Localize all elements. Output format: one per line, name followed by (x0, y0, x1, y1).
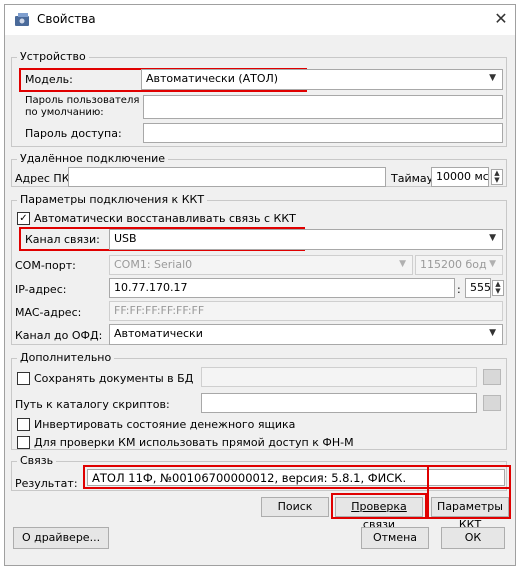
pc-address-label: Адрес ПК: (15, 172, 74, 185)
link-group-label: Связь (17, 454, 57, 467)
extra-group-label: Дополнительно (17, 351, 115, 364)
auto-restore-label: Автоматически восстанавливать связь с КК… (34, 212, 296, 225)
port-separator: : (457, 283, 461, 296)
com-port-value: COM1: Serial0 (114, 258, 193, 271)
device-group-label: Устройство (17, 50, 89, 63)
result-label: Результат: (15, 477, 78, 490)
pc-address-input[interactable] (68, 167, 386, 187)
chevron-down-icon: ▼ (489, 259, 496, 269)
remote-group-label: Удалённое подключение (17, 152, 169, 165)
ofd-channel-select[interactable]: Автоматически ▼ (109, 324, 503, 345)
port-spinner[interactable]: ▲ ▼ (492, 280, 504, 296)
access-pass-input[interactable] (143, 123, 503, 143)
invert-drawer-checkbox[interactable] (17, 418, 30, 431)
kkt-params-button[interactable]: Параметры ККТ (431, 497, 509, 531)
timeout-spinner[interactable]: ▲ ▼ (491, 169, 503, 185)
timeout-input[interactable]: 10000 мс. (431, 167, 489, 187)
save-docs-label: Сохранять документы в БД (34, 372, 194, 385)
about-driver-button[interactable]: О драйвере... (13, 527, 109, 549)
channel-label: Канал связи: (25, 233, 100, 246)
com-port-label: COM-порт: (15, 259, 76, 272)
com-port-select[interactable]: COM1: Serial0 ▼ (109, 255, 413, 275)
scripts-path-input[interactable] (201, 393, 477, 413)
folder-icon[interactable] (483, 395, 501, 411)
title-bar: Свойства ✕ (5, 5, 515, 35)
user-pass-label-2: по умолчанию: (25, 107, 104, 118)
baud-select[interactable]: 115200 бод ▼ (415, 255, 503, 275)
channel-select[interactable]: USB ▼ (109, 229, 503, 250)
mac-address-input[interactable]: FF:FF:FF:FF:FF:FF (109, 301, 503, 321)
model-label: Модель: (25, 73, 73, 86)
chevron-down-icon: ▼ (489, 328, 496, 338)
model-value: Автоматически (АТОЛ) (146, 72, 279, 85)
check-connection-button[interactable]: Проверка связи (335, 497, 423, 531)
search-button[interactable]: Поиск (261, 497, 329, 517)
chevron-down-icon: ▼ (399, 259, 406, 269)
baud-value: 115200 бод (420, 258, 487, 271)
save-docs-input[interactable] (201, 367, 477, 387)
properties-window: Свойства ✕ Устройство Модель: Автоматиче… (4, 4, 516, 566)
auto-restore-checkbox[interactable]: ✓ (17, 212, 30, 225)
cancel-button[interactable]: Отмена (361, 527, 429, 549)
app-icon (15, 13, 31, 27)
scripts-path-label: Путь к каталогу скриптов: (15, 398, 170, 411)
folder-icon[interactable] (483, 369, 501, 385)
port-input[interactable]: 5555 (465, 278, 491, 298)
close-icon[interactable]: ✕ (491, 9, 511, 29)
ip-address-input[interactable]: 10.77.170.17 (109, 278, 455, 298)
direct-access-checkbox[interactable] (17, 436, 30, 449)
kkt-group-label: Параметры подключения к ККТ (17, 193, 208, 206)
access-pass-label: Пароль доступа: (25, 127, 122, 140)
channel-value: USB (114, 232, 137, 245)
ok-button[interactable]: ОК (441, 527, 505, 549)
chevron-down-icon: ▼ (489, 233, 496, 243)
ip-address-label: IP-адрес: (15, 283, 67, 296)
ofd-channel-label: Канал до ОФД: (15, 329, 103, 342)
user-pass-label-1: Пароль пользователя (25, 95, 140, 106)
invert-drawer-label: Инвертировать состояние денежного ящика (34, 418, 296, 431)
save-docs-checkbox[interactable] (17, 372, 30, 385)
model-select[interactable]: Автоматически (АТОЛ) ▼ (141, 69, 503, 90)
direct-access-label: Для проверки КМ использовать прямой дост… (34, 436, 354, 449)
user-pass-input[interactable] (143, 95, 503, 119)
ofd-channel-value: Автоматически (114, 327, 203, 340)
chevron-down-icon: ▼ (489, 73, 496, 83)
window-title: Свойства (37, 12, 96, 26)
mac-address-label: MAC-адрес: (15, 306, 82, 319)
